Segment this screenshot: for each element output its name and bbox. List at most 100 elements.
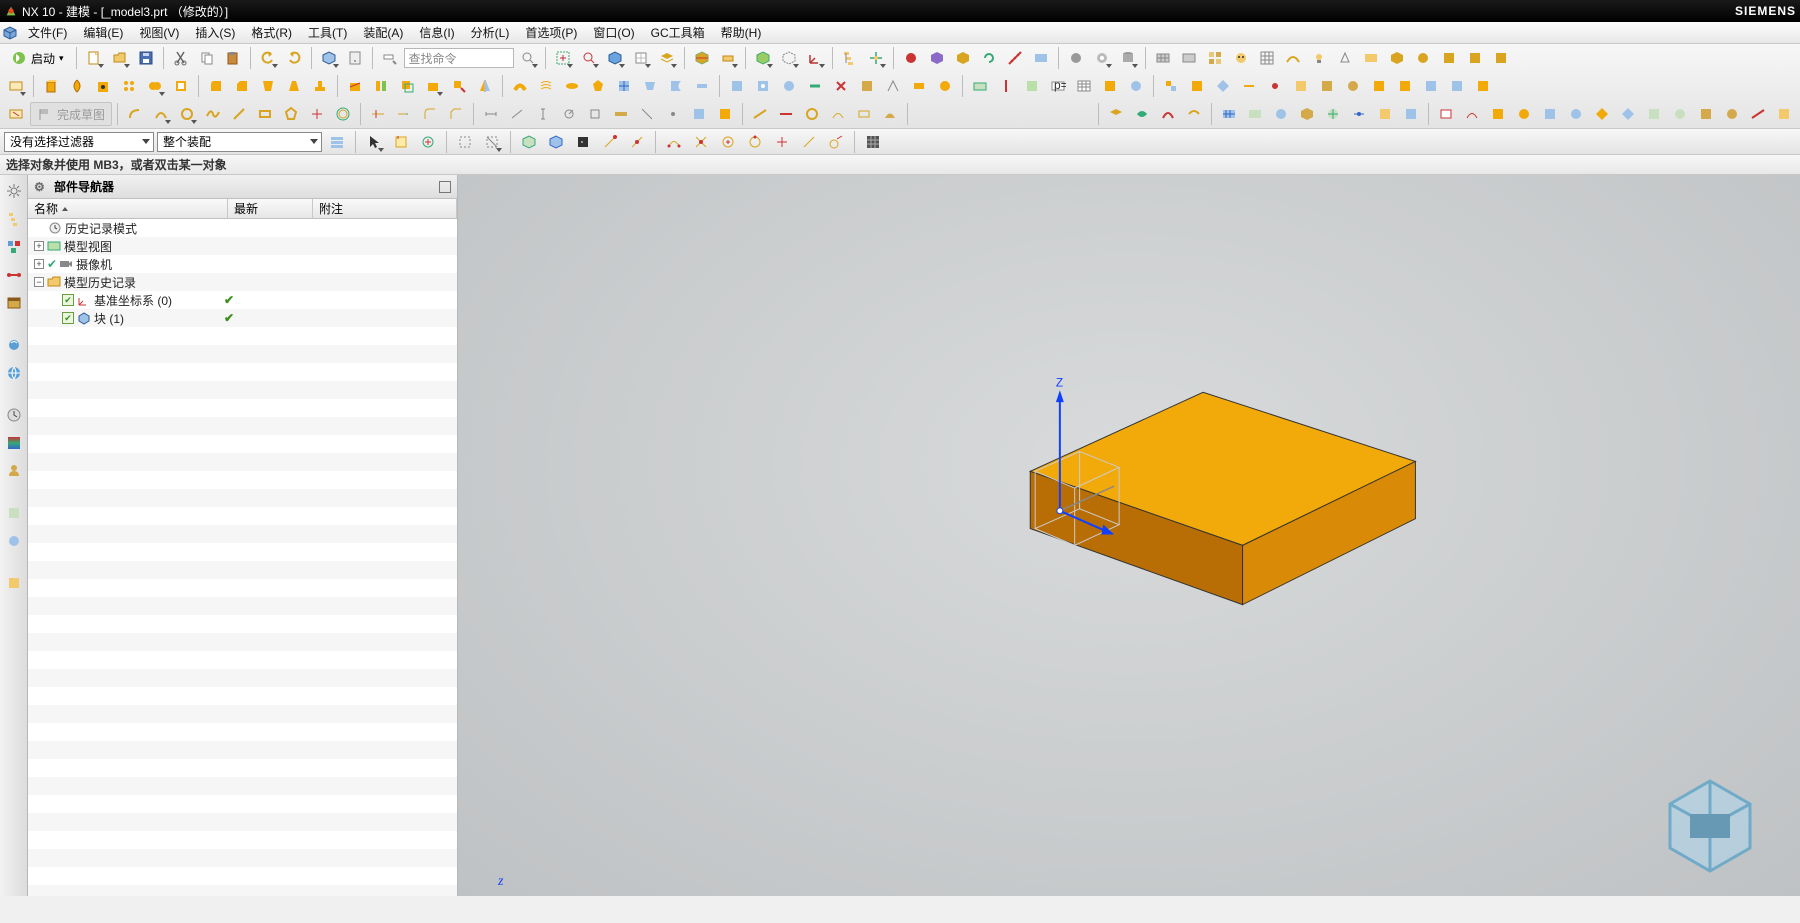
- paste-button[interactable]: [221, 46, 245, 70]
- menu-preferences[interactable]: 首选项(P): [517, 22, 585, 43]
- curve-point[interactable]: [305, 102, 329, 126]
- edge-blend-button[interactable]: [204, 74, 228, 98]
- show-hide-button[interactable]: [751, 46, 775, 70]
- collapse-icon[interactable]: −: [34, 277, 44, 287]
- material-button[interactable]: [899, 46, 923, 70]
- dim6[interactable]: [609, 102, 633, 126]
- rb-part-nav[interactable]: [2, 207, 26, 231]
- expand-icon[interactable]: +: [34, 241, 44, 251]
- cut-button[interactable]: [169, 46, 193, 70]
- cv4[interactable]: [826, 102, 850, 126]
- snap-ctrl[interactable]: [662, 130, 686, 154]
- nb8[interactable]: [1616, 102, 1640, 126]
- tree-history-mode[interactable]: 历史记录模式: [28, 219, 457, 237]
- ana1[interactable]: [1217, 102, 1241, 126]
- texture-button[interactable]: [1203, 46, 1227, 70]
- menu-help[interactable]: 帮助(H): [713, 22, 770, 43]
- snap-int[interactable]: [689, 130, 713, 154]
- feat1[interactable]: [725, 74, 749, 98]
- mirror-button[interactable]: [473, 74, 497, 98]
- nb2[interactable]: [1460, 102, 1484, 126]
- rb-browser[interactable]: [2, 361, 26, 385]
- rb-extra1[interactable]: [2, 501, 26, 525]
- curve-poly[interactable]: [279, 102, 303, 126]
- menu-tools[interactable]: 工具(T): [300, 22, 355, 43]
- nb7[interactable]: [1590, 102, 1614, 126]
- undo-button[interactable]: [256, 46, 280, 70]
- through-curves-button[interactable]: [534, 74, 558, 98]
- grid-icon[interactable]: [861, 130, 885, 154]
- feat8[interactable]: [907, 74, 931, 98]
- sketch-button[interactable]: [4, 74, 28, 98]
- expand-icon[interactable]: +: [34, 259, 44, 269]
- assy4[interactable]: [1237, 74, 1261, 98]
- assy8[interactable]: [1341, 74, 1365, 98]
- orient-view-button[interactable]: [629, 46, 653, 70]
- menu-info[interactable]: 信息(I): [411, 22, 462, 43]
- fit-view-button[interactable]: [551, 46, 575, 70]
- nb12[interactable]: [1720, 102, 1744, 126]
- grid-plane2-button[interactable]: [1177, 46, 1201, 70]
- curve-ellipse[interactable]: [227, 102, 251, 126]
- grid-button[interactable]: [1255, 46, 1279, 70]
- feat2[interactable]: [751, 74, 775, 98]
- checkbox-icon[interactable]: [62, 312, 74, 324]
- layer-button[interactable]: [655, 46, 679, 70]
- nb10[interactable]: [1668, 102, 1692, 126]
- hide-button[interactable]: [777, 46, 801, 70]
- assy12[interactable]: [1445, 74, 1469, 98]
- taper-button[interactable]: [282, 74, 306, 98]
- wcs-button[interactable]: [803, 46, 827, 70]
- feat6[interactable]: [855, 74, 879, 98]
- nb14[interactable]: [1772, 102, 1796, 126]
- rb-extra3[interactable]: [2, 571, 26, 595]
- clip-section-button[interactable]: [690, 46, 714, 70]
- dim4[interactable]: [557, 102, 581, 126]
- tree-cameras[interactable]: +✔摄像机: [28, 255, 457, 273]
- snap-on-curve[interactable]: [797, 130, 821, 154]
- col-name[interactable]: 名称: [28, 199, 228, 218]
- nb13[interactable]: [1746, 102, 1770, 126]
- cyl-button[interactable]: [1116, 46, 1140, 70]
- feat-a[interactable]: [1098, 74, 1122, 98]
- snap-1[interactable]: [517, 130, 541, 154]
- hole-button[interactable]: [91, 74, 115, 98]
- nb11[interactable]: [1694, 102, 1718, 126]
- snap-mid[interactable]: [625, 130, 649, 154]
- curve-circle[interactable]: [175, 102, 199, 126]
- cv1[interactable]: [748, 102, 772, 126]
- flange-button[interactable]: [690, 74, 714, 98]
- menu-insert[interactable]: 插入(S): [187, 22, 243, 43]
- nav-tree[interactable]: 历史记录模式 +模型视图 +✔摄像机 −模型历史记录 基准坐标系 (0) ✔ 块…: [28, 219, 457, 896]
- dim5[interactable]: [583, 102, 607, 126]
- rib-button[interactable]: [308, 74, 332, 98]
- assy6[interactable]: [1289, 74, 1313, 98]
- n-sided-button[interactable]: [586, 74, 610, 98]
- col-note[interactable]: 附注: [313, 199, 457, 218]
- open-file-button[interactable]: [108, 46, 132, 70]
- menu-window[interactable]: 窗口(O): [585, 22, 642, 43]
- touch-mode-button[interactable]: [343, 46, 367, 70]
- nb1[interactable]: [1434, 102, 1458, 126]
- srf4[interactable]: [1182, 102, 1206, 126]
- draft2-button[interactable]: [421, 74, 445, 98]
- more2-button[interactable]: [1385, 46, 1409, 70]
- sweep-button[interactable]: [508, 74, 532, 98]
- gear-icon[interactable]: ⚙: [34, 180, 48, 194]
- datum-plane-button[interactable]: [968, 74, 992, 98]
- tree-model-views[interactable]: +模型视图: [28, 237, 457, 255]
- rb-hd3d[interactable]: [2, 333, 26, 357]
- search-down-button[interactable]: [516, 46, 540, 70]
- curve-arc[interactable]: [149, 102, 173, 126]
- assy11[interactable]: [1419, 74, 1443, 98]
- snap-quad[interactable]: [743, 130, 767, 154]
- nb4[interactable]: [1512, 102, 1536, 126]
- fillet-curve[interactable]: [418, 102, 442, 126]
- snap-exist[interactable]: [770, 130, 794, 154]
- more4-button[interactable]: [1437, 46, 1461, 70]
- shell2-button[interactable]: [169, 74, 193, 98]
- curve-spline[interactable]: [201, 102, 225, 126]
- snap-ctr[interactable]: [716, 130, 740, 154]
- zoom-button[interactable]: [577, 46, 601, 70]
- menu-edit[interactable]: 编辑(E): [75, 22, 131, 43]
